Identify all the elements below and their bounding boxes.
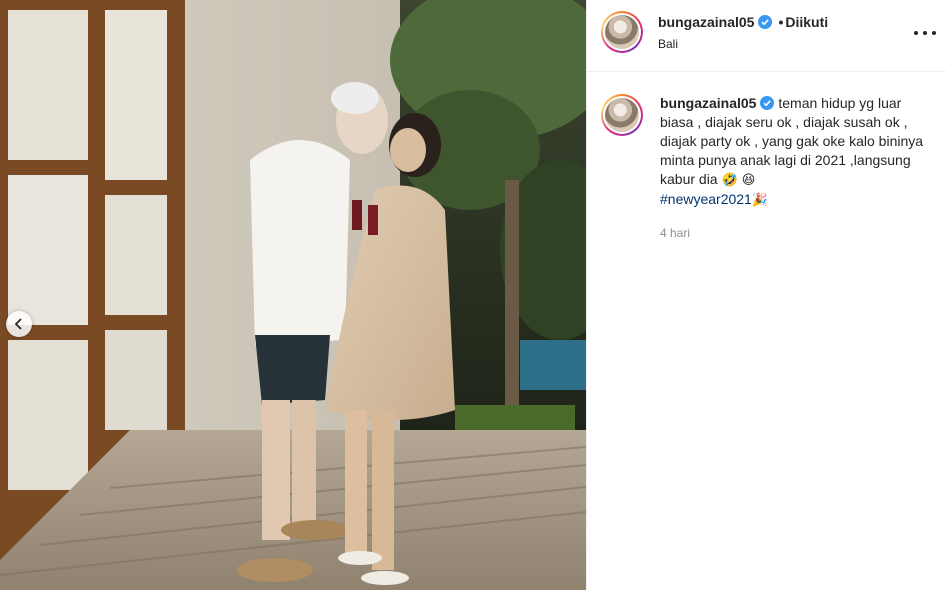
party-popper-emoji: 🎉: [751, 193, 769, 208]
post-header: bungazainal05 • Diikuti Bali: [587, 0, 946, 72]
post-photo[interactable]: [0, 0, 586, 590]
caption-username[interactable]: bungazainal05: [660, 95, 756, 111]
verified-badge-icon: [758, 15, 773, 29]
header-username-row: bungazainal05 • Diikuti: [658, 14, 828, 30]
username-link[interactable]: bungazainal05: [658, 14, 754, 30]
separator-dot: •: [778, 14, 784, 30]
post-timestamp[interactable]: 4 hari: [660, 226, 926, 240]
caption-comment: bungazainal05 teman hidup yg luar biasa …: [587, 72, 946, 240]
post-side-panel: bungazainal05 • Diikuti Bali bungazainal05…: [586, 0, 946, 590]
follow-status-button[interactable]: Diikuti: [785, 14, 828, 30]
post-photo-illustration: [0, 0, 586, 590]
carousel-prev-button[interactable]: [6, 311, 32, 337]
caption-emojis: 🤣 😆: [721, 173, 756, 188]
caption-avatar[interactable]: [601, 94, 643, 136]
avatar[interactable]: [601, 11, 643, 53]
hashtag-link[interactable]: #newyear2021: [660, 191, 752, 207]
location-link[interactable]: Bali: [658, 37, 678, 51]
more-options-button[interactable]: [914, 24, 936, 42]
caption-text: bungazainal05 teman hidup yg luar biasa …: [660, 94, 926, 210]
more-options-icon: [914, 31, 918, 35]
verified-badge-icon: [760, 96, 775, 110]
chevron-left-icon: [14, 318, 22, 330]
